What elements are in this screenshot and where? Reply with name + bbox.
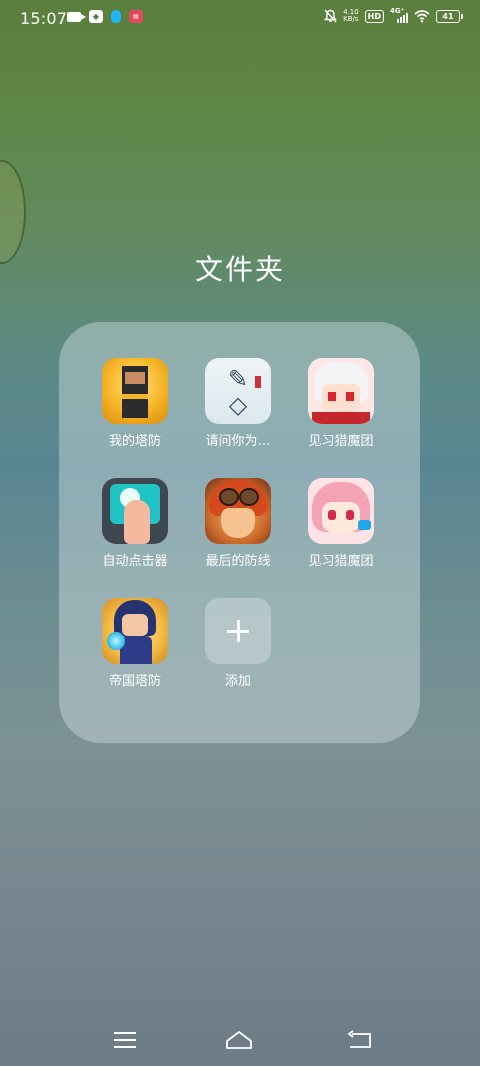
wifi-icon <box>414 10 430 23</box>
folder-title[interactable]: 文件夹 <box>0 248 480 288</box>
back-icon[interactable] <box>344 1028 374 1052</box>
status-time: 15:07 <box>20 9 68 28</box>
app-label: 帝国塔防 <box>108 674 161 689</box>
app-last-defense[interactable]: 最后的防线 <box>188 478 288 569</box>
signal-icon: 4G⁺ <box>390 7 408 23</box>
menu-icon[interactable] <box>110 1028 140 1052</box>
app-hunter-white[interactable]: 见习猎魔团 <box>291 358 391 449</box>
status-bar: 15:07 ◆ ▤ 4.10 KB/s HD 4G⁺ 41 <box>0 0 480 36</box>
app-label: 请问你为… <box>205 434 271 449</box>
qingwen-icon: ✎ ◇ <box>205 358 271 424</box>
battery-icon: 41 <box>436 9 463 23</box>
video-icon <box>67 11 86 22</box>
app-qingwen[interactable]: ✎ ◇ 请问你为… <box>188 358 288 449</box>
last-defense-icon <box>205 478 271 544</box>
folder-panel: 我的塔防 ✎ ◇ 请问你为… 见习猎魔团 自动点击器 最后的防线 见习猎魔团 帝… <box>59 322 420 743</box>
app-label: 见习猎魔团 <box>308 434 374 449</box>
app-notification-icon: ▤ <box>129 10 143 23</box>
app-label: 最后的防线 <box>205 554 271 569</box>
auto-clicker-icon <box>102 478 168 544</box>
network-speed-unit: KB/s <box>343 15 359 23</box>
status-system-icons: 4.10 KB/s HD 4G⁺ 41 <box>324 7 463 23</box>
app-label: 自动点击器 <box>102 554 168 569</box>
hd-icon: HD <box>364 9 384 23</box>
app-hunter-pink[interactable]: 见习猎魔团 <box>291 478 391 569</box>
add-label: 添加 <box>224 674 251 689</box>
hunter-white-icon <box>308 358 374 424</box>
empire-defense-icon <box>102 598 168 664</box>
home-icon[interactable] <box>224 1028 254 1052</box>
app-label: 见习猎魔团 <box>308 554 374 569</box>
status-notification-icons: ◆ ▤ <box>67 10 143 23</box>
network-speed: 4.10 KB/s <box>343 9 359 23</box>
app-auto-clicker[interactable]: 自动点击器 <box>85 478 185 569</box>
tower-defense-icon <box>102 358 168 424</box>
hunter-pink-icon <box>308 478 374 544</box>
shield-app-icon: ◆ <box>89 10 103 23</box>
navigation-bar <box>0 1018 480 1062</box>
app-tower-defense[interactable]: 我的塔防 <box>85 358 185 449</box>
qq-icon <box>111 10 121 23</box>
mute-icon <box>324 9 337 23</box>
add-app-button[interactable]: 添加 <box>188 598 288 689</box>
app-label: 我的塔防 <box>108 434 161 449</box>
add-icon <box>205 598 271 664</box>
app-empire-defense[interactable]: 帝国塔防 <box>85 598 185 689</box>
